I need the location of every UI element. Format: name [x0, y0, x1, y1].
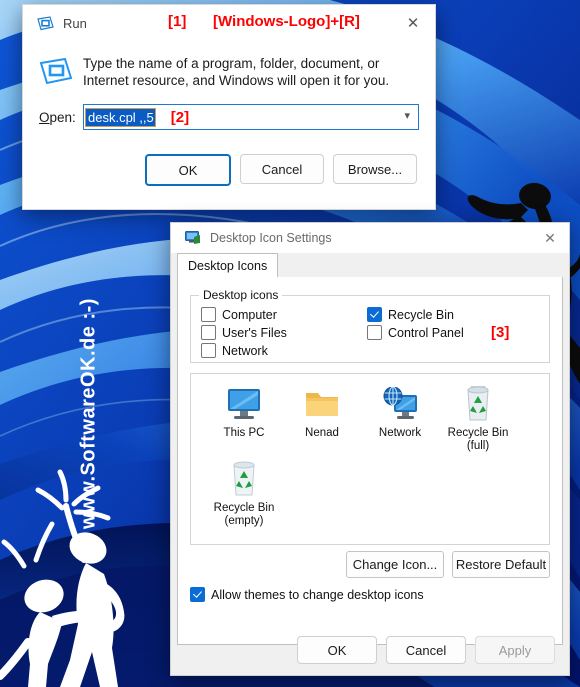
checkbox-label: Recycle Bin [388, 307, 454, 322]
preview-icon-this-pc[interactable]: This PC [205, 384, 283, 453]
run-button-row: OK Cancel Browse... [23, 130, 435, 186]
chevron-down-icon[interactable]: ▾ [404, 109, 410, 123]
run-dialog: Run [1] [Windows-Logo]+[R] ✕ Type the na… [22, 4, 436, 210]
run-description: Type the name of a program, folder, docu… [83, 56, 390, 88]
annotation-2-marker: [2] [170, 108, 190, 126]
run-cancel-button[interactable]: Cancel [240, 154, 324, 184]
checkbox-box[interactable] [201, 307, 216, 322]
dis-title: Desktop Icon Settings [210, 231, 332, 245]
checkbox-label: Network [222, 343, 268, 358]
run-titlebar: Run [1] [Windows-Logo]+[R] ✕ [23, 5, 435, 41]
desktop-icon-settings-dialog: Desktop Icon Settings ✕ Desktop Icons De… [170, 222, 570, 676]
checkbox-label: Control Panel [388, 325, 464, 340]
user-folder-icon [302, 384, 342, 424]
icon-preview-panel: This PC Nenad Network Recycle Bin (full)… [190, 373, 550, 545]
preview-icon-recycle-bin-full[interactable]: Recycle Bin (full) [439, 384, 517, 453]
run-body: Type the name of a program, folder, docu… [23, 41, 435, 186]
dis-cancel-button[interactable]: Cancel [386, 636, 466, 664]
preview-icon-label: Recycle Bin (empty) [213, 502, 275, 527]
annotation-1-marker: [1] [168, 13, 187, 30]
run-browse-button[interactable]: Browse... [333, 154, 417, 184]
dis-titlebar: Desktop Icon Settings ✕ [171, 223, 569, 253]
desktop-icon-settings-icon [185, 231, 201, 245]
dis-footer: OK Cancel Apply [171, 625, 569, 675]
close-icon[interactable]: ✕ [531, 223, 569, 253]
dis-apply-button: Apply [475, 636, 555, 664]
run-command-combobox[interactable]: desk.cpl ,,5 [2] ▾ [83, 104, 419, 130]
desktop-icons-group-label: Desktop icons [199, 288, 283, 302]
recycle-bin-empty-icon [224, 459, 264, 499]
desktop-icons-group: Desktop icons Computer User's Files Netw… [190, 288, 550, 363]
checkbox-box[interactable] [201, 343, 216, 358]
run-open-row: Open: desk.cpl ,,5 [2] ▾ [23, 90, 435, 130]
checkbox-box[interactable] [201, 325, 216, 340]
annotation-1-text: [Windows-Logo]+[R] [213, 13, 360, 30]
open-label: Open: [39, 109, 76, 125]
preview-icon-network[interactable]: Network [361, 384, 439, 453]
close-icon[interactable]: ✕ [391, 5, 435, 41]
checkbox-network[interactable]: Network [201, 343, 268, 358]
annotation-3-marker: [3] [491, 324, 510, 341]
tab-desktop-icons[interactable]: Desktop Icons [177, 253, 279, 277]
preview-icon-label: This PC [223, 427, 265, 439]
checkbox-label: Allow themes to change desktop icons [211, 587, 424, 602]
checkbox-label: User's Files [222, 325, 287, 340]
preview-icon-label: Network [378, 427, 422, 439]
run-title: Run [63, 15, 87, 31]
checkbox-label: Computer [222, 307, 277, 322]
checkbox-box[interactable] [367, 325, 382, 340]
recycle-bin-full-icon [458, 384, 498, 424]
checkbox-control-panel[interactable]: Control Panel [367, 325, 464, 340]
restore-default-button[interactable]: Restore Default [452, 551, 550, 578]
run-description-row: Type the name of a program, folder, docu… [23, 41, 435, 90]
preview-icon-recycle-bin-empty[interactable]: Recycle Bin (empty) [205, 459, 283, 528]
checkbox-box[interactable] [367, 307, 382, 322]
checkbox-users-files[interactable]: User's Files [201, 325, 287, 340]
network-icon [380, 384, 420, 424]
dis-ok-button[interactable]: OK [297, 636, 377, 664]
this-pc-icon [224, 384, 264, 424]
preview-icon-user-folder[interactable]: Nenad [283, 384, 361, 453]
run-large-icon [39, 49, 83, 90]
preview-icon-label: Recycle Bin (full) [447, 427, 509, 452]
dis-tabstrip: Desktop Icons [171, 253, 569, 277]
checkbox-computer[interactable]: Computer [201, 307, 277, 322]
run-ok-button[interactable]: OK [145, 154, 231, 186]
checkbox-recycle-bin[interactable]: Recycle Bin [367, 307, 454, 322]
checkbox-allow-themes[interactable]: Allow themes to change desktop icons [190, 587, 424, 602]
checkbox-box[interactable] [190, 587, 205, 602]
preview-icon-label: Nenad [305, 427, 339, 439]
run-command-input[interactable]: desk.cpl ,,5 [85, 107, 156, 127]
dis-icon-action-buttons: Change Icon... Restore Default [346, 551, 550, 578]
run-app-icon [37, 15, 54, 31]
icon-preview-grid: This PC Nenad Network Recycle Bin (full)… [191, 374, 549, 534]
change-icon-button[interactable]: Change Icon... [346, 551, 444, 578]
dis-tabpage: Desktop icons Computer User's Files Netw… [177, 277, 563, 645]
